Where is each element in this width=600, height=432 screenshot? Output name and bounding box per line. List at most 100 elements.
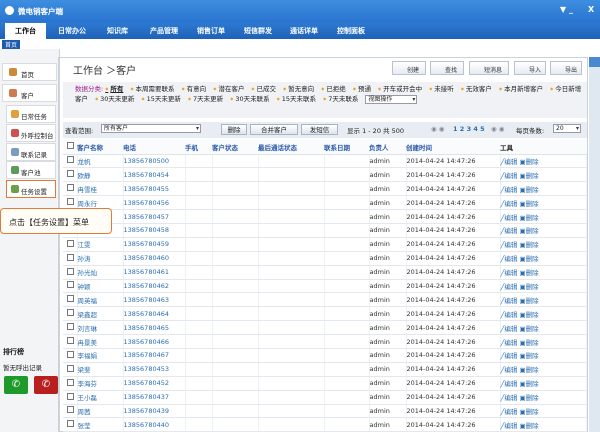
delete-link[interactable]: ▣删除 (520, 186, 539, 194)
customer-name-link[interactable]: 李海芬 (77, 376, 124, 391)
phone-link[interactable]: 13856780467 (123, 348, 186, 363)
row-checkbox[interactable] (67, 309, 74, 317)
row-checkbox[interactable] (67, 267, 74, 275)
delete-link[interactable]: ▣删除 (520, 158, 539, 166)
edit-link[interactable]: ╱编辑 (501, 394, 518, 402)
phone-link[interactable]: 13856780464 (123, 306, 186, 322)
edit-link[interactable]: ╱编辑 (501, 380, 518, 388)
col-phone[interactable]: 电话 (123, 140, 185, 155)
category-14[interactable]: 15天未更新 (142, 95, 181, 103)
row-checkbox[interactable] (67, 323, 74, 331)
edit-link[interactable]: ╱编辑 (501, 255, 518, 263)
delete-link[interactable]: ▣删除 (520, 311, 539, 319)
phone-link[interactable]: 13856780453 (123, 362, 186, 377)
view-action-select[interactable]: 视图操作 (365, 94, 418, 104)
customer-name-link[interactable]: 钟颖 (77, 279, 124, 294)
edit-link[interactable]: ╱编辑 (501, 297, 518, 305)
category-3[interactable]: 潜在客户 (213, 85, 244, 93)
delete-link[interactable]: ▣删除 (520, 297, 539, 305)
edit-link[interactable]: ╱编辑 (501, 172, 518, 180)
sidebar-item-customer-pool[interactable]: 客户池 (6, 161, 56, 179)
row-checkbox[interactable] (67, 406, 74, 414)
customer-name-link[interactable]: 周英福 (77, 292, 124, 308)
category-18[interactable]: 7天未联系 (323, 95, 358, 103)
phone-link[interactable]: 13856780454 (123, 167, 186, 183)
delete-link[interactable]: ▣删除 (520, 214, 539, 222)
category-8[interactable]: 开车或开会中 (378, 85, 422, 93)
customer-name-link[interactable]: 孙光灿 (77, 265, 124, 280)
col-mobile[interactable]: 手机 (185, 140, 212, 155)
row-checkbox[interactable] (67, 253, 74, 261)
category-13[interactable]: 30天未更新 (95, 95, 134, 103)
edit-link[interactable]: ╱编辑 (501, 200, 518, 208)
edit-link[interactable]: ╱编辑 (501, 186, 518, 194)
create-button[interactable]: 创建 (392, 61, 426, 75)
row-checkbox[interactable] (67, 350, 74, 358)
phone-link[interactable]: 13856780437 (123, 390, 186, 405)
phone-link[interactable]: 13856780461 (123, 265, 186, 280)
scope-select[interactable]: 所有客户 (101, 124, 201, 133)
sidebar-item-call-console[interactable]: 外呼控制台 (6, 124, 56, 142)
category-16[interactable]: 30天未联系 (230, 95, 269, 103)
minimize-button[interactable]: ▼ _ (560, 5, 573, 14)
customer-name-link[interactable]: 龙帆 (77, 154, 124, 169)
sidebar-item-customers[interactable]: 客户 (2, 84, 57, 102)
category-2[interactable]: 有意向 (182, 85, 207, 93)
tab-sms[interactable]: 短信群发 (244, 26, 272, 36)
customer-name-link[interactable]: 王小磊 (77, 390, 124, 405)
category-7[interactable]: 预通 (353, 85, 371, 93)
category-15[interactable]: 7天未更新 (188, 95, 223, 103)
vertical-scrollbar[interactable] (589, 57, 600, 432)
edit-link[interactable]: ╱编辑 (501, 214, 518, 222)
sidebar-item-daily-tasks[interactable]: 日常任务 (6, 105, 56, 123)
delete-link[interactable]: ▣删除 (520, 241, 539, 249)
customer-name-link[interactable]: 欧静 (77, 167, 124, 183)
delete-link[interactable]: ▣删除 (520, 339, 539, 347)
delete-link[interactable]: ▣删除 (520, 352, 539, 360)
row-checkbox[interactable] (67, 392, 74, 400)
row-checkbox[interactable] (67, 184, 74, 192)
delete-link[interactable]: ▣删除 (520, 255, 539, 263)
edit-link[interactable]: ╱编辑 (501, 241, 518, 249)
customer-name-link[interactable]: 江雯 (77, 237, 124, 252)
page-numbers[interactable]: 1 2 3 4 5 (453, 125, 485, 133)
import-button[interactable]: 导入 (514, 61, 546, 75)
row-checkbox[interactable] (67, 239, 74, 247)
tab-workbench[interactable]: 工作台 (5, 23, 46, 39)
category-4[interactable]: 已成交 (251, 85, 276, 93)
hangup-button[interactable]: ✆ (34, 376, 58, 394)
edit-link[interactable]: ╱编辑 (501, 311, 518, 319)
col-status[interactable]: 客户状态 (212, 140, 258, 155)
edit-link[interactable]: ╱编辑 (501, 283, 518, 291)
phone-link[interactable]: 13856780440 (123, 417, 186, 432)
subtab-home[interactable]: 首页 (2, 40, 21, 49)
edit-link[interactable]: ╱编辑 (501, 422, 518, 430)
category-6[interactable]: 已拒绝 (321, 85, 346, 93)
edit-link[interactable]: ╱编辑 (501, 366, 518, 374)
phone-link[interactable]: 13856780455 (123, 181, 186, 197)
delete-link[interactable]: ▣删除 (520, 408, 539, 416)
row-checkbox[interactable] (67, 281, 74, 289)
category-9[interactable]: 未接听 (429, 85, 454, 93)
phone-link[interactable]: 13856780460 (123, 251, 186, 266)
find-button[interactable]: 查找 (430, 61, 464, 75)
per-page-select[interactable]: 20 (553, 124, 581, 133)
phone-link[interactable]: 13856780456 (123, 195, 186, 211)
delete-link[interactable]: ▣删除 (520, 394, 539, 402)
edit-link[interactable]: ╱编辑 (501, 408, 518, 416)
phone-link[interactable]: 13856780465 (123, 320, 186, 336)
customer-name-link[interactable]: 刘言琳 (77, 320, 124, 336)
page-nav-first-prev-icon[interactable]: ◉ ◉ (431, 125, 444, 133)
row-checkbox[interactable] (67, 156, 74, 164)
delete-link[interactable]: ▣删除 (520, 283, 539, 291)
category-11[interactable]: 本月新增客户 (499, 85, 543, 93)
col-contact-date[interactable]: 联系日期 (324, 140, 369, 155)
category-17[interactable]: 15天未联系 (277, 95, 316, 103)
delete-link[interactable]: ▣删除 (520, 380, 539, 388)
scroll-up-icon[interactable] (589, 57, 600, 67)
phone-link[interactable]: 13856780466 (123, 334, 186, 349)
tab-sales-orders[interactable]: 销售订单 (197, 26, 225, 36)
delete-link[interactable]: ▣删除 (520, 172, 539, 180)
phone-link[interactable]: 13856780500 (123, 154, 186, 169)
call-button[interactable]: ✆ (4, 376, 28, 394)
